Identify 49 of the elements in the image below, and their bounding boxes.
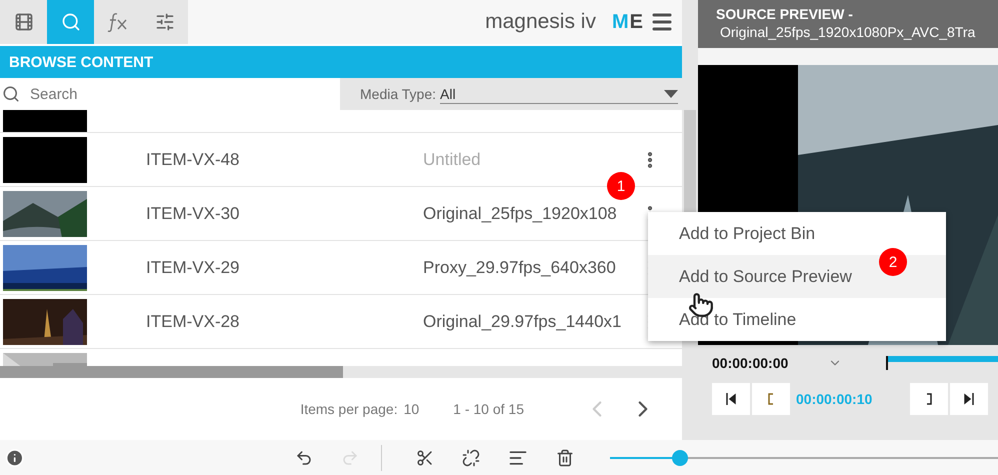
function-icon [106, 12, 128, 32]
panel-title: SOURCE PREVIEW - [716, 6, 854, 22]
search-icon [2, 85, 20, 103]
unlink-button[interactable] [462, 448, 480, 466]
file-name: Original_25fps_1920x1080Px_AVC_8Tra [720, 24, 976, 40]
duration: 00:00:00:10 [796, 391, 872, 407]
skip-start-icon [726, 393, 736, 405]
cut-button[interactable] [416, 448, 434, 466]
film-icon [14, 12, 34, 32]
go-to-end-button[interactable] [950, 383, 988, 415]
item-title: Proxy_29.97fps_640x360 [423, 258, 617, 278]
undo-button[interactable] [294, 448, 313, 466]
media-type-select[interactable]: All [440, 84, 678, 104]
item-title: Original_25fps_1920x108 [423, 204, 618, 224]
info-icon[interactable] [5, 448, 24, 468]
scissors-icon [416, 448, 434, 466]
zoom-slider[interactable] [610, 450, 998, 466]
item-id: ITEM-VX-28 [145, 312, 241, 332]
timecode: 00:00:00:00 [712, 355, 788, 371]
section-header: BROWSE CONTENT [0, 46, 682, 78]
media-type-label: Media Type: [360, 86, 436, 102]
redo-icon [340, 448, 359, 466]
items-per-page-label: Items per page: [300, 401, 398, 417]
item-id: ITEM-VX-30 [145, 204, 241, 224]
toolbar-tab[interactable] [0, 0, 47, 44]
toolbar-tab[interactable] [141, 0, 188, 44]
item-id: ITEM-VX-48 [145, 150, 241, 170]
item-title: Original_29.97fps_1440x1 [423, 312, 622, 332]
search-icon [60, 12, 80, 32]
items-per-page-value[interactable]: 10 [404, 401, 420, 417]
trash-icon [556, 448, 574, 466]
dropdown-caret-icon [664, 90, 678, 98]
toolbar-tab[interactable] [94, 0, 141, 44]
scrollbar-thumb[interactable] [0, 366, 343, 378]
search-field[interactable]: Search [0, 78, 340, 110]
menu-item[interactable]: Add to Project Bin [648, 212, 946, 255]
sliders-icon [154, 12, 174, 32]
item-id: ITEM-VX-29 [145, 258, 241, 278]
bracket-left-icon [768, 393, 774, 405]
undo-icon [294, 448, 313, 466]
go-to-start-button[interactable] [712, 383, 750, 415]
skip-end-icon [964, 393, 974, 405]
brand-name: magnesis iv [485, 10, 596, 34]
page-range: 1 - 10 of 15 [453, 401, 524, 417]
item-title: Untitled [423, 150, 482, 170]
unlink-icon [462, 448, 480, 466]
user-initials[interactable]: ME [612, 10, 644, 34]
delete-button[interactable] [556, 448, 574, 466]
bracket-right-icon [926, 393, 932, 405]
